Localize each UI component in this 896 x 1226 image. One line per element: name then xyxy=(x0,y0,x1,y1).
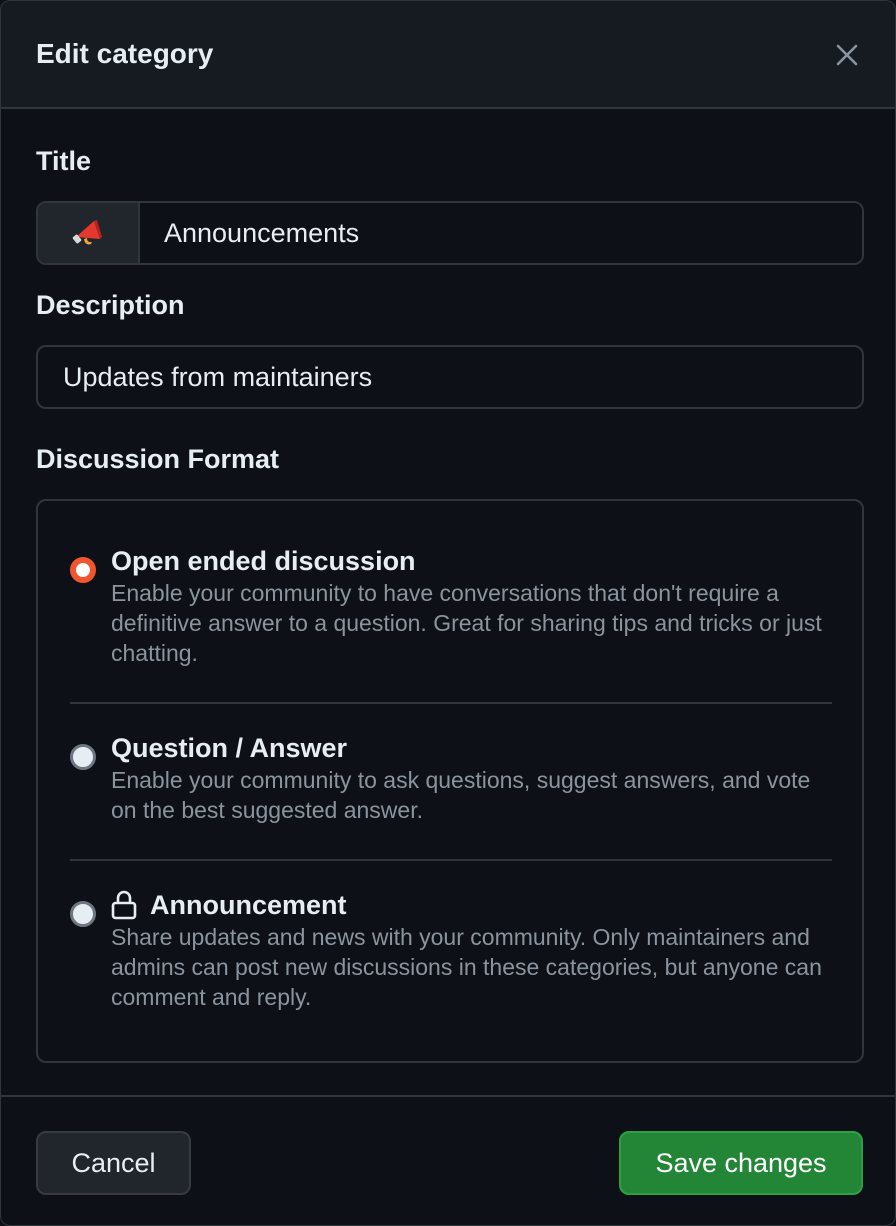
option-title-row: Announcement xyxy=(111,889,347,921)
option-title: Question / Answer xyxy=(111,733,348,763)
emoji-picker-button[interactable] xyxy=(38,203,140,263)
edit-category-dialog: Edit category Title Announcements Descri… xyxy=(0,0,896,1226)
option-description: Enable your community to ask questions, … xyxy=(111,767,811,823)
radio-question-answer[interactable] xyxy=(70,744,96,770)
radio-announcement[interactable] xyxy=(70,901,96,927)
divider xyxy=(70,859,832,861)
cancel-button[interactable]: Cancel xyxy=(36,1131,191,1195)
dialog-header: Edit category xyxy=(1,1,895,109)
radio-open-ended[interactable] xyxy=(70,557,96,583)
description-label: Description xyxy=(36,290,185,320)
option-description: Enable your community to have conversati… xyxy=(111,580,822,666)
title-field-group: Announcements xyxy=(36,201,864,265)
close-icon xyxy=(836,44,858,66)
megaphone-emoji-icon xyxy=(72,220,102,245)
title-input[interactable]: Announcements xyxy=(140,203,862,263)
dialog-footer: Cancel Save changes xyxy=(1,1095,895,1225)
dialog-title: Edit category xyxy=(36,38,214,69)
title-label: Title xyxy=(36,146,92,176)
lock-icon xyxy=(111,890,137,920)
option-title: Announcement xyxy=(150,890,347,920)
divider xyxy=(70,702,832,704)
option-description: Share updates and news with your communi… xyxy=(111,924,822,1010)
close-button[interactable] xyxy=(829,37,865,73)
description-input[interactable]: Updates from maintainers xyxy=(36,345,864,409)
discussion-format-label: Discussion Format xyxy=(36,444,280,474)
option-title: Open ended discussion xyxy=(111,546,416,576)
discussion-format-options: Open ended discussion Enable your commun… xyxy=(36,499,864,1063)
save-changes-button[interactable]: Save changes xyxy=(619,1131,863,1195)
